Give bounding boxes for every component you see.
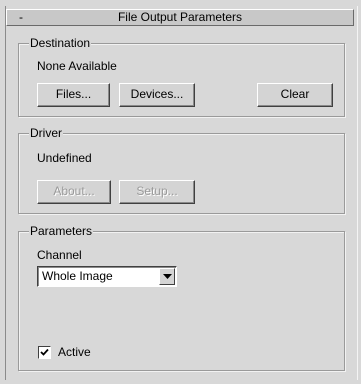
rollout-title: File Output Parameters <box>117 10 243 24</box>
devices-button[interactable]: Devices... <box>119 83 195 107</box>
destination-value: None Available <box>37 59 117 73</box>
parameters-group-label: Parameters <box>29 224 94 238</box>
check-icon <box>40 348 49 356</box>
dropdown-button[interactable] <box>159 268 175 285</box>
clear-button[interactable]: Clear <box>257 83 333 107</box>
channel-select[interactable]: Whole Image <box>37 266 177 287</box>
driver-value: Undefined <box>37 151 92 165</box>
driver-group-label: Driver <box>29 126 63 140</box>
destination-group-label: Destination <box>29 36 92 50</box>
rollout-header[interactable]: - File Output Parameters <box>6 9 354 26</box>
setup-button[interactable]: Setup... <box>119 180 195 204</box>
active-checkbox[interactable] <box>38 346 51 359</box>
files-button[interactable]: Files... <box>37 83 110 107</box>
active-label[interactable]: Active <box>58 345 91 359</box>
channel-label: Channel <box>37 248 82 262</box>
channel-select-value: Whole Image <box>42 269 113 283</box>
about-button[interactable]: About... <box>37 180 111 204</box>
chevron-down-icon <box>163 274 172 279</box>
